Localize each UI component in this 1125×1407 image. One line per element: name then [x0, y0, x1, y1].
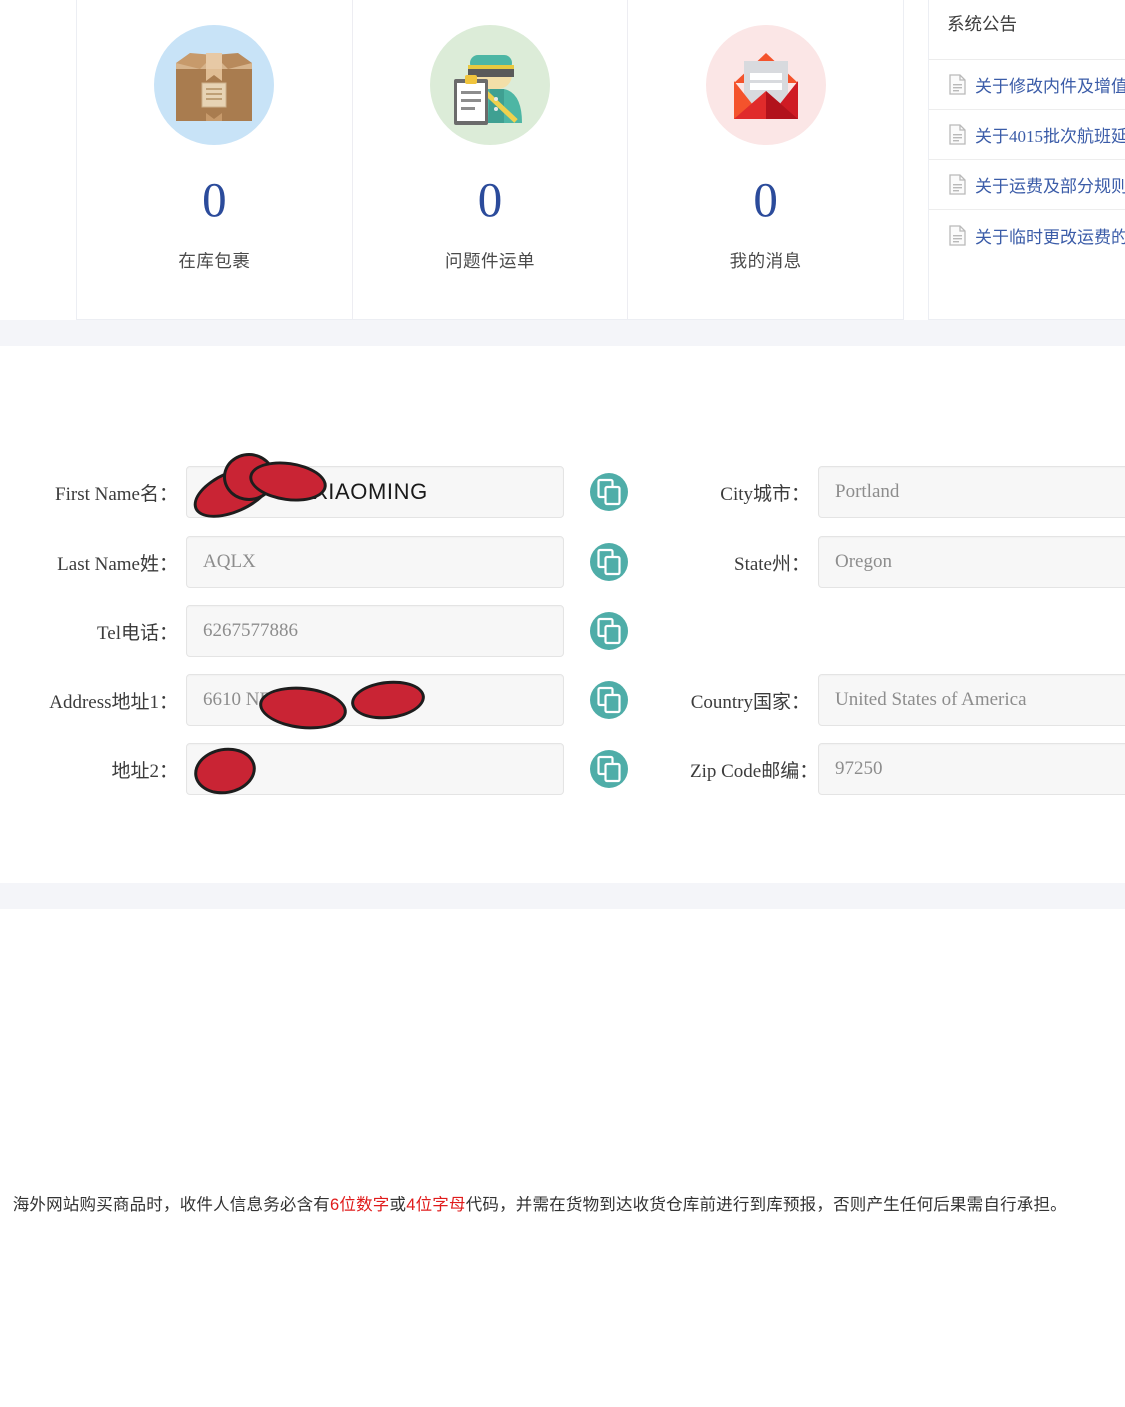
form-row-state: State州： Oregon: [690, 536, 1125, 588]
announcements-title: 系统公告: [947, 14, 1017, 34]
telephone-label: Tel电话：: [97, 622, 178, 644]
copy-icon[interactable]: [586, 469, 632, 515]
document-icon: [949, 74, 966, 95]
note-text-part2: 代码，并需在货物到达收货仓库前进行到库预报，否则产生任何后果需自行承担。: [465, 1196, 1067, 1214]
note-highlight-digits: 6位数字: [330, 1196, 390, 1214]
stat-label: 在库包裹: [178, 251, 251, 271]
stat-label: 我的消息: [729, 251, 802, 271]
country-label: Country国家：: [690, 691, 810, 713]
announcement-text: 关于临时更改运费的: [975, 227, 1125, 247]
stat-card-in-stock-packages[interactable]: 0 在库包裹: [77, 0, 353, 319]
address2-label: 地址2：: [111, 760, 178, 782]
announcement-text: 关于4015批次航班延: [975, 127, 1125, 146]
system-announcements-panel: 系统公告 关于修改内件及增值 关于4015批次航班延 关于运费及部分规则 关于临…: [928, 0, 1125, 320]
stat-value: 0: [753, 172, 778, 227]
form-row-country: Country国家： United States of America: [690, 674, 1125, 726]
courier-person-icon: [430, 25, 550, 145]
announcement-link[interactable]: 关于修改内件及增值: [929, 60, 1125, 110]
first-name-label: First Name名：: [55, 483, 178, 505]
document-icon: [949, 124, 966, 145]
note-prefix: ：: [0, 1191, 11, 1215]
announcement-text: 关于修改内件及增值: [975, 77, 1125, 96]
document-icon: [949, 224, 966, 246]
announcement-text: 关于运费及部分规则: [975, 177, 1125, 196]
note-highlight-letters: 4位字母: [406, 1196, 466, 1214]
form-row-first-name: First Name名： XIAOMING: [0, 466, 645, 518]
stat-label: 问题件运单: [445, 251, 535, 271]
note-text-part1: 海外网站购买商品时，收件人信息务必含有: [12, 1196, 331, 1214]
state-label: State州：: [734, 553, 810, 575]
package-box-icon: [154, 25, 275, 145]
city-label: City城市：: [720, 483, 810, 505]
last-name-label: Last Name姓：: [57, 553, 178, 575]
telephone-input[interactable]: 6267577886: [186, 605, 564, 657]
copy-icon[interactable]: [586, 539, 632, 585]
zipcode-label: Zip Code邮编：: [690, 760, 819, 782]
section-gap-band: [0, 320, 1125, 346]
section-gap-band: [0, 883, 1125, 909]
stats-card-group: 0 在库包裹 0 问题件运单 0 我的消息: [76, 0, 904, 320]
form-row-city: City城市： Portland: [690, 466, 1125, 518]
stat-value: 0: [477, 172, 503, 227]
address1-label: Address地址1：: [49, 691, 178, 713]
state-input[interactable]: Oregon: [818, 536, 1125, 588]
stat-card-my-messages[interactable]: 0 我的消息: [628, 0, 903, 319]
dashboard-top-section: 0 在库包裹 0 问题件运单 0 我的消息 系统公告 关于修改内件及增值 关于4…: [0, 0, 1125, 320]
copy-icon[interactable]: [586, 608, 632, 654]
zipcode-input[interactable]: 97250: [818, 743, 1125, 795]
document-icon: [949, 174, 966, 195]
announcement-link[interactable]: 关于运费及部分规则: [929, 160, 1125, 210]
announcement-link[interactable]: 关于4015批次航班延: [929, 110, 1125, 160]
note-text-mid: 或: [389, 1196, 407, 1214]
announcement-link[interactable]: 关于临时更改运费的: [929, 210, 1125, 260]
form-row-last-name: Last Name姓： AQLX: [0, 536, 645, 588]
stat-value: 0: [202, 172, 227, 227]
copy-icon[interactable]: [586, 677, 632, 723]
envelope-mail-icon: [705, 25, 826, 145]
country-input[interactable]: United States of America: [818, 674, 1125, 726]
copy-icon[interactable]: [586, 746, 632, 792]
form-warning-note: ： 海外网站购买商品时，收件人信息务必含有 6位数字 或 4位字母 代码，并需在…: [0, 1186, 1125, 1220]
form-row-zipcode: Zip Code邮编： 97250: [690, 743, 1125, 795]
form-row-telephone: Tel电话： 6267577886: [0, 605, 645, 657]
last-name-input[interactable]: AQLX: [186, 536, 564, 588]
stat-card-problem-waybills[interactable]: 0 问题件运单: [353, 0, 629, 319]
city-input[interactable]: Portland: [818, 466, 1125, 518]
recipient-address-form: First Name名： XIAOMING Last Name姓： AQLX T…: [0, 346, 1125, 1214]
form-row-address2: 地址2：: [0, 743, 645, 795]
